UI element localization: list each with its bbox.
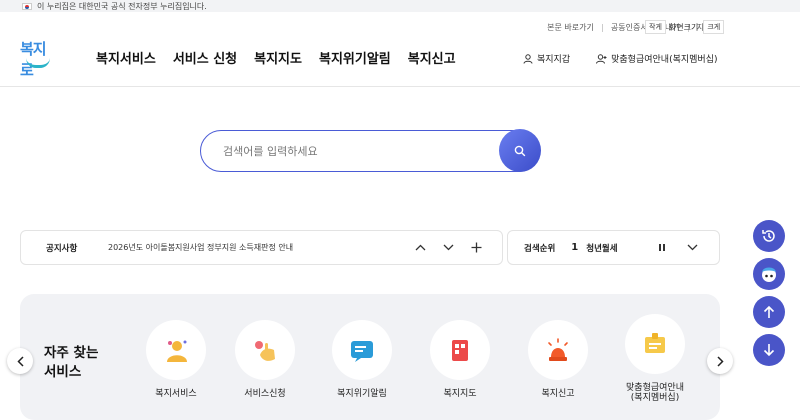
quick-item-crisis-alert[interactable]: 복지위기알림 <box>314 320 410 399</box>
arrow-down-icon <box>763 344 775 357</box>
carousel-next-button[interactable] <box>707 348 733 374</box>
font-large-button[interactable]: 크게 <box>703 20 725 34</box>
nav-service-apply[interactable]: 서비스 신청 <box>173 48 237 67</box>
plus-icon <box>471 242 481 253</box>
quick-item-label: 서비스신청 <box>244 389 286 399</box>
title-line-2: 서비스 <box>44 364 82 380</box>
pause-icon <box>659 244 665 251</box>
wallet-link[interactable]: 복지지갑 <box>523 52 570 65</box>
notice-more-button[interactable] <box>462 242 490 253</box>
quick-icon-circle <box>332 320 392 380</box>
rank-label: 검색순위 <box>524 243 556 254</box>
quick-item-welfare-map[interactable]: 복지지도 <box>412 320 508 399</box>
membership-link[interactable]: 맞춤형급여안내(복지멤버십) <box>596 52 718 65</box>
search-icon <box>514 145 526 156</box>
main-nav: 복지서비스 서비스 신청 복지지도 복지위기알림 복지신고 <box>96 48 473 67</box>
carousel-prev-button[interactable] <box>7 348 33 374</box>
quick-item-welfare-services[interactable]: 복지서비스 <box>128 320 224 399</box>
rank-pause-button[interactable] <box>647 243 677 252</box>
gov-banner: 이 누리집은 대한민국 공식 전자정부 누리집입니다. <box>0 0 800 12</box>
quick-icon-circle <box>146 320 206 380</box>
membership-icon <box>645 333 665 353</box>
font-size-control: 작게 화면크기 크게 <box>643 20 725 34</box>
siren-icon <box>548 338 568 361</box>
quick-item-service-apply[interactable]: 서비스신청 <box>217 320 313 399</box>
chatbot-button[interactable] <box>753 258 785 290</box>
scroll-bottom-button[interactable] <box>753 334 785 366</box>
hand-icon <box>255 341 275 361</box>
search-rank-bar: 검색순위 1 청년월세 <box>507 230 720 265</box>
quick-icon-circle <box>430 320 490 380</box>
nav-crisis-alert[interactable]: 복지위기알림 <box>319 48 391 67</box>
notice-bar: 공지사항 2026년도 아이돌봄지원사업 정부지원 소득재판정 안내 <box>20 230 503 265</box>
arrow-up-icon <box>763 305 775 318</box>
quick-icon-circle <box>528 320 588 380</box>
notice-text[interactable]: 2026년도 아이돌봄지원사업 정부지원 소득재판정 안내 <box>108 242 293 253</box>
chatbot-icon <box>762 267 776 282</box>
quick-icon-circle <box>235 320 295 380</box>
font-small-button[interactable]: 작게 <box>645 20 666 34</box>
quick-icon-circle <box>625 314 685 374</box>
frequent-services-panel: 자주 찾는 서비스 복지서비스 서비스신청 복지위기알림 복지지도 복지신고 맞… <box>20 294 720 420</box>
search-input[interactable]: 검색어를 입력하세요 <box>223 143 318 159</box>
people-icon <box>167 340 187 362</box>
message-icon <box>351 341 373 362</box>
notice-prev-button[interactable] <box>406 244 434 251</box>
chevron-right-icon <box>716 355 724 367</box>
skip-to-content-link[interactable]: 본문 바로가기 <box>547 22 594 33</box>
chevron-down-icon <box>443 244 453 251</box>
quick-item-label: 맞춤형급여안내 (복지멤버십) <box>626 383 684 403</box>
rank-expand-button[interactable] <box>677 244 707 251</box>
map-icon <box>452 340 468 361</box>
frequent-services-title: 자주 찾는 서비스 <box>44 344 98 382</box>
notice-controls <box>406 242 490 253</box>
nav-welfare-services[interactable]: 복지서비스 <box>96 48 156 67</box>
user-icon <box>523 53 533 64</box>
chevron-left-icon <box>16 355 24 367</box>
user-links: 복지지갑 맞춤형급여안내(복지멤버십) <box>523 52 744 65</box>
history-icon <box>762 230 775 242</box>
quick-item-label: 복지위기알림 <box>337 389 387 399</box>
rank-controls <box>647 243 707 252</box>
notice-next-button[interactable] <box>434 244 462 251</box>
nav-welfare-report[interactable]: 복지신고 <box>408 48 456 67</box>
title-line-1: 자주 찾는 <box>44 345 99 361</box>
scroll-top-button[interactable] <box>753 296 785 328</box>
search-button[interactable] <box>499 129 541 172</box>
quick-item-membership[interactable]: 맞춤형급여안내 (복지멤버십) <box>607 314 703 403</box>
membership-label: 맞춤형급여안내(복지멤버십) <box>611 55 718 65</box>
search-box[interactable]: 검색어를 입력하세요 <box>200 129 541 172</box>
header-divider <box>0 86 800 87</box>
rank-number: 1 <box>571 242 579 253</box>
quick-item-welfare-report[interactable]: 복지신고 <box>510 320 606 399</box>
wallet-label: 복지지갑 <box>537 55 571 65</box>
chevron-down-icon <box>687 244 697 251</box>
flag-icon <box>22 2 32 10</box>
rank-term[interactable]: 청년월세 <box>586 242 617 254</box>
quick-item-label: 복지지도 <box>443 389 477 399</box>
notice-label: 공지사항 <box>46 243 78 254</box>
user-plus-icon <box>596 53 607 64</box>
site-logo[interactable]: 복지로 <box>20 38 58 79</box>
font-size-label: 화면크기 <box>668 22 699 32</box>
nav-welfare-map[interactable]: 복지지도 <box>254 48 302 67</box>
recent-history-button[interactable] <box>753 220 785 252</box>
divider <box>601 23 603 32</box>
quick-item-label: 복지서비스 <box>155 389 197 399</box>
chevron-up-icon <box>415 244 425 251</box>
quick-item-label: 복지신고 <box>541 389 575 399</box>
gov-banner-text: 이 누리집은 대한민국 공식 전자정부 누리집입니다. <box>37 1 207 11</box>
